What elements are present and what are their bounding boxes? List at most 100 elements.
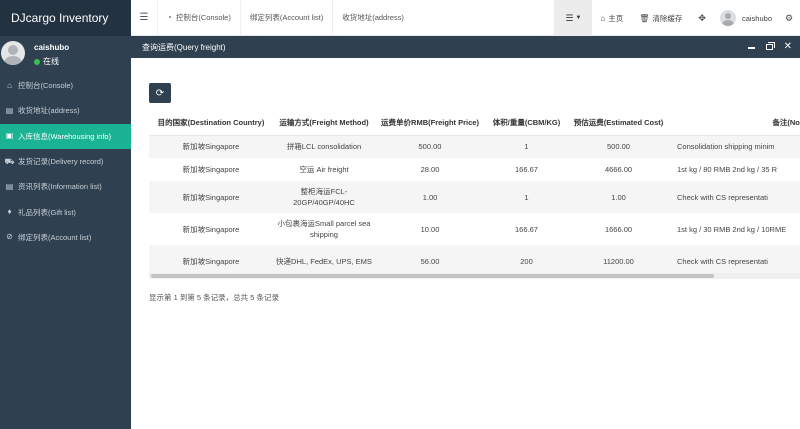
sidebar-item-information-list[interactable]: ▤ 资讯列表(Information list) xyxy=(0,174,131,199)
cell-method: 整柜海运FCL-20GP/40GP/40HC xyxy=(273,181,375,213)
tab-console[interactable]: ◔ 控制台(Console) xyxy=(157,0,240,36)
app-title: DJcargo Inventory xyxy=(0,0,131,36)
menu-toggle-icon[interactable]: ☰ xyxy=(131,12,157,23)
close-icon[interactable]: ✕ xyxy=(784,42,792,52)
cell-unit: 166.67 xyxy=(485,158,568,181)
cell-note: Consolidation shipping minim xyxy=(669,135,800,158)
tab-label: 绑定列表(Account list) xyxy=(249,13,324,22)
cell-country: 新加坡Singapore xyxy=(149,135,273,158)
tab-address[interactable]: 收货地址(address) xyxy=(332,0,413,36)
cell-note: 1st kg / 30 RMB 2nd kg / 10RME xyxy=(669,213,800,245)
dashboard-icon: ◔ xyxy=(167,13,172,22)
gift-icon: ♦ xyxy=(7,207,12,217)
avatar[interactable] xyxy=(1,41,25,65)
cell-cost: 4666.00 xyxy=(568,158,669,181)
sidebar-item-console[interactable]: ⌂ 控制台(Console) xyxy=(0,73,131,98)
cell-unit: 1 xyxy=(485,181,568,213)
table-row: 新加坡Singapore 空运 Air freight 28.00 166.67… xyxy=(149,158,800,181)
sidebar-item-label: 绑定列表(Account list) xyxy=(18,232,92,242)
cell-price: 1.00 xyxy=(375,181,485,213)
online-dot-icon xyxy=(34,58,40,65)
link-icon: ⊘ xyxy=(6,232,13,242)
column-header[interactable]: 运费单价RMB(Freight Price) xyxy=(375,110,485,136)
user-panel: caishubo 在线 xyxy=(0,36,131,72)
trash-icon: 🗑 xyxy=(639,13,650,23)
inbox-icon: ▣ xyxy=(5,131,14,141)
sidebar: DJcargo Inventory caishubo 在线 ⌂ 控制台(Cons… xyxy=(0,0,131,429)
table-row: 新加坡Singapore 小包裹海运Small parcel sea shipp… xyxy=(149,213,800,245)
maximize-icon[interactable] xyxy=(765,42,775,50)
tab-label: 控制台(Console) xyxy=(175,13,231,22)
list-icon: ▤ xyxy=(5,105,14,115)
sidebar-item-warehousing-info[interactable]: ▣ 入库信息(Warehousing info) xyxy=(0,123,131,149)
tab-account-list[interactable]: 绑定列表(Account list) xyxy=(239,0,332,36)
home-icon: ⌂ xyxy=(7,80,12,90)
home-button[interactable]: ⌂ 主页 xyxy=(592,13,631,24)
cell-method: 空运 Air freight xyxy=(273,158,375,181)
scrollbar-thumb[interactable] xyxy=(151,274,714,278)
cell-note: 1st kg / 80 RMB 2nd kg / 35 R xyxy=(669,158,800,181)
window-controls: ✕ xyxy=(747,36,792,58)
tab-options-dropdown[interactable]: ☰ ▼ xyxy=(554,0,593,36)
cell-price: 500.00 xyxy=(375,135,485,158)
column-header[interactable]: 体积/重量(CBM/KG) xyxy=(485,110,568,136)
sidebar-item-label: 发货记录(Delivery record) xyxy=(18,157,104,167)
sidebar-item-label: 收货地址(address) xyxy=(18,106,80,116)
sidebar-item-delivery-record[interactable]: ⛟ 发货记录(Delivery record) xyxy=(0,149,131,174)
clear-cache-label: 清除缓存 xyxy=(652,13,683,23)
sidebar-item-label: 资讯列表(Information list) xyxy=(18,182,102,192)
sidebar-item-label: 入库信息(Warehousing info) xyxy=(18,131,112,141)
fullscreen-button[interactable]: ✥ xyxy=(690,13,714,24)
home-icon: ⌂ xyxy=(600,13,606,23)
top-navbar: ☰ ◔ 控制台(Console) 绑定列表(Account list) 收货地址… xyxy=(131,0,800,36)
refresh-button[interactable]: ⟳ xyxy=(149,83,171,103)
refresh-icon: ⟳ xyxy=(155,87,165,99)
cell-country: 新加坡Singapore xyxy=(149,213,273,245)
expand-icon: ✥ xyxy=(698,12,706,23)
column-header[interactable]: 预估运费(Estimated Cost) xyxy=(568,110,669,136)
tab-label: 收货地址(address) xyxy=(342,13,404,22)
cell-price: 28.00 xyxy=(375,158,485,181)
column-header[interactable]: 运输方式(Freight Method) xyxy=(273,110,375,136)
cell-price: 10.00 xyxy=(375,213,485,245)
cell-country: 新加坡Singapore xyxy=(149,181,273,213)
panel-header: 查询运费(Query freight) ✕ xyxy=(131,36,800,58)
user-name: caishubo xyxy=(34,43,70,52)
sidebar-menu: ⌂ 控制台(Console) ▤ 收货地址(address) ▣ 入库信息(Wa… xyxy=(0,73,131,250)
gear-icon[interactable]: ⚙ xyxy=(778,13,800,24)
table-header-row: 目的国家(Destination Country) 运输方式(Freight M… xyxy=(149,110,800,136)
main-content: ⟳ 目的国家(Destination Country) 运输方式(Freight… xyxy=(131,58,800,429)
user-menu[interactable]: caishubo xyxy=(714,10,778,26)
pagination-info: 显示第 1 到第 5 条记录，总共 5 条记录 xyxy=(149,293,280,302)
topbar-user-name: caishubo xyxy=(741,13,772,23)
cell-country: 新加坡Singapore xyxy=(149,158,273,181)
user-status-label: 在线 xyxy=(43,57,59,66)
freight-table: 目的国家(Destination Country) 运输方式(Freight M… xyxy=(149,110,800,278)
sidebar-item-account-list[interactable]: ⊘ 绑定列表(Account list) xyxy=(0,225,131,250)
sidebar-item-label: 礼品列表(Gift list) xyxy=(18,207,76,217)
horizontal-scrollbar[interactable] xyxy=(149,273,800,279)
minimize-icon[interactable] xyxy=(747,47,755,49)
column-header[interactable]: 备注(Note) xyxy=(669,110,800,136)
cell-cost: 500.00 xyxy=(568,135,669,158)
table-row: 新加坡Singapore 整柜海运FCL-20GP/40GP/40HC 1.00… xyxy=(149,181,800,213)
caret-down-icon: ▼ xyxy=(575,15,582,21)
panel-title: 查询运费(Query freight) xyxy=(142,42,226,52)
truck-icon: ⛟ xyxy=(4,156,15,166)
cell-method: 小包裹海运Small parcel sea shipping xyxy=(273,213,375,245)
sidebar-item-label: 控制台(Console) xyxy=(18,81,74,91)
cell-unit: 1 xyxy=(485,135,568,158)
column-header[interactable]: 目的国家(Destination Country) xyxy=(149,110,273,136)
cell-cost: 1666.00 xyxy=(568,213,669,245)
cell-method: 拼箱LCL consolidation xyxy=(273,135,375,158)
sidebar-item-gift-list[interactable]: ♦ 礼品列表(Gift list) xyxy=(0,199,131,224)
list-icon: ▤ xyxy=(5,181,14,191)
clear-cache-button[interactable]: 🗑 清除缓存 xyxy=(631,13,690,24)
cell-note: Check with CS representati xyxy=(669,181,800,213)
cell-unit: 166.67 xyxy=(485,213,568,245)
user-status: 在线 xyxy=(34,56,59,67)
topbar-right: ☰ ▼ ⌂ 主页 🗑 清除缓存 ✥ caishubo ⚙ xyxy=(554,0,800,36)
home-label: 主页 xyxy=(608,13,624,23)
sidebar-item-address[interactable]: ▤ 收货地址(address) xyxy=(0,98,131,123)
list-icon: ☰ xyxy=(565,12,574,23)
